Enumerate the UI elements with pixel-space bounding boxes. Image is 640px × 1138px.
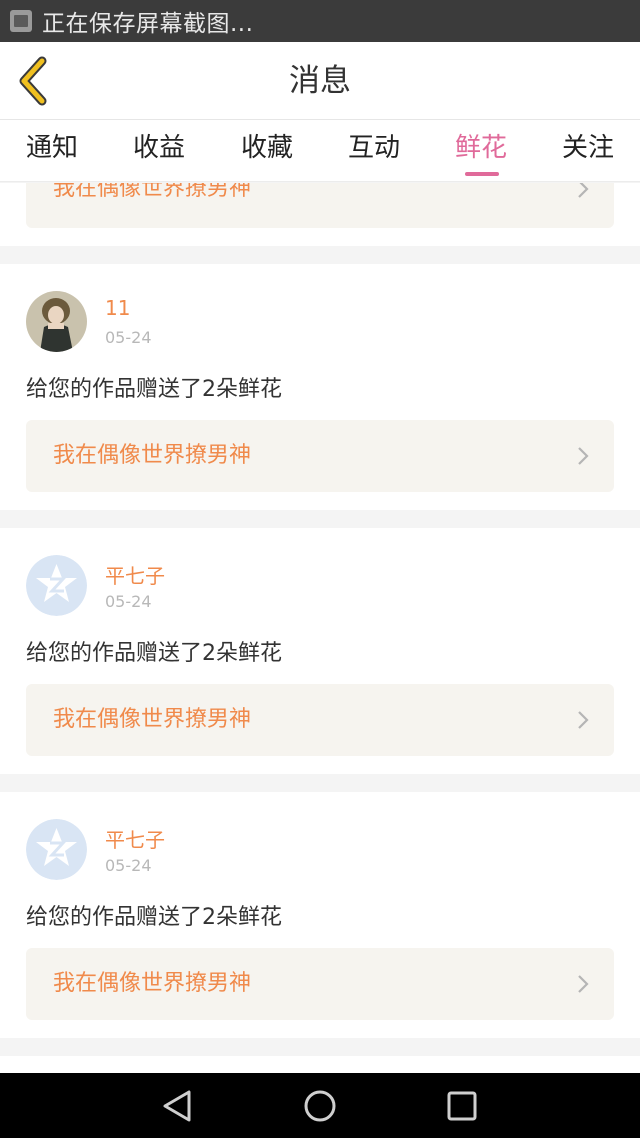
tab-earnings[interactable]: 收益	[133, 120, 185, 182]
screen: 正在保存屏幕截图... 消息 通知 收益 收藏 互动 鲜花 关注 我在偶像世界撩…	[0, 0, 640, 1138]
work-link[interactable]: 我在偶像世界撩男神	[26, 420, 614, 492]
tab-notifications[interactable]: 通知	[26, 120, 78, 182]
circle-home-icon	[304, 1090, 336, 1122]
chevron-right-icon	[578, 975, 589, 993]
work-link[interactable]: 我在偶像世界撩男神	[26, 684, 614, 756]
work-link[interactable]: 我在偶像世界撩男神	[26, 948, 614, 1020]
username[interactable]: 平七子	[105, 824, 165, 853]
message-card: 平七子 05-24 给您的作品赠送了2朵鲜花 我在偶像世界撩男神	[0, 528, 640, 774]
avatar[interactable]	[26, 555, 87, 616]
triangle-back-icon	[163, 1090, 191, 1122]
system-home-button[interactable]	[303, 1089, 337, 1123]
chevron-right-icon	[578, 711, 589, 729]
header: 消息	[0, 42, 640, 120]
work-title: 我在偶像世界撩男神	[53, 707, 252, 732]
system-back-button[interactable]	[161, 1089, 195, 1123]
system-recent-button[interactable]	[445, 1089, 479, 1123]
avatar[interactable]	[26, 291, 87, 352]
work-title: 我在偶像世界撩男神	[53, 971, 252, 996]
message-text: 给您的作品赠送了2朵鲜花	[26, 641, 282, 666]
message-card: 平七子 05-24 给您的作品赠送了2朵鲜花 我在偶像世界撩男神	[0, 792, 640, 1038]
message-card	[0, 1056, 640, 1073]
message-list[interactable]: 我在偶像世界撩男神 11 05-24 给您的作品赠送了2朵鲜花 我在偶像世界撩男…	[0, 183, 640, 1073]
message-date: 05-24	[105, 328, 152, 347]
chevron-right-icon	[578, 183, 589, 198]
message-text: 给您的作品赠送了2朵鲜花	[26, 377, 282, 402]
system-nav-bar	[0, 1073, 640, 1138]
tab-favorites[interactable]: 收藏	[241, 120, 293, 182]
tab-bar: 通知 收益 收藏 互动 鲜花 关注	[0, 120, 640, 182]
default-avatar-icon	[26, 555, 87, 616]
default-avatar-icon	[26, 819, 87, 880]
screenshot-icon	[10, 10, 32, 32]
photo-avatar-icon	[26, 291, 87, 352]
avatar[interactable]	[26, 819, 87, 880]
message-card: 11 05-24 给您的作品赠送了2朵鲜花 我在偶像世界撩男神	[0, 264, 640, 510]
message-date: 05-24	[105, 856, 152, 875]
message-text: 给您的作品赠送了2朵鲜花	[26, 905, 282, 930]
status-text: 正在保存屏幕截图...	[42, 11, 254, 37]
username[interactable]: 平七子	[105, 560, 165, 589]
message-date: 05-24	[105, 592, 152, 611]
status-bar: 正在保存屏幕截图...	[0, 0, 640, 42]
square-recent-icon	[447, 1091, 477, 1121]
work-title: 我在偶像世界撩男神	[53, 443, 252, 468]
tab-interactions[interactable]: 互动	[348, 120, 400, 182]
page-title: 消息	[289, 63, 351, 99]
chevron-right-icon	[578, 447, 589, 465]
work-link[interactable]: 我在偶像世界撩男神	[26, 183, 614, 228]
active-tab-indicator	[465, 172, 499, 176]
message-card: 我在偶像世界撩男神	[0, 183, 640, 246]
username[interactable]: 11	[105, 296, 130, 320]
work-title: 我在偶像世界撩男神	[53, 183, 252, 201]
tab-following[interactable]: 关注	[562, 120, 614, 182]
